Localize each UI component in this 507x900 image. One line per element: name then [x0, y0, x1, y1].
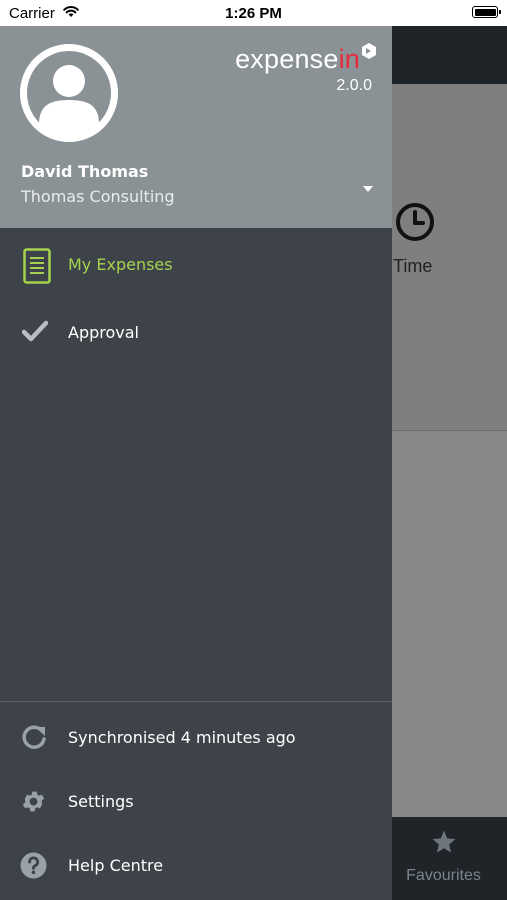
- nav-item-label: Settings: [68, 792, 134, 811]
- nav-item-label: My Expenses: [68, 255, 173, 274]
- background-panel: [392, 431, 507, 817]
- avatar[interactable]: [20, 44, 118, 142]
- nav-item-help-centre[interactable]: Help Centre: [0, 838, 392, 894]
- nav-item-label: Help Centre: [68, 856, 164, 875]
- sync-status-item[interactable]: Synchronised 4 minutes ago: [0, 710, 392, 766]
- brand-logo: expensein 2.0.0: [235, 43, 376, 95]
- user-icon: [20, 44, 118, 142]
- chevron-down-icon[interactable]: [362, 185, 374, 193]
- background-nav-bar: [392, 26, 507, 84]
- brand-name-prefix: expense: [235, 44, 339, 74]
- app-version: 2.0.0: [336, 77, 372, 94]
- tab-favourites[interactable]: Favourites: [392, 817, 507, 900]
- brand-name-suffix: in: [338, 44, 360, 74]
- star-icon: [432, 830, 456, 853]
- brand-name: expensein: [235, 43, 376, 75]
- nav-item-approval[interactable]: Approval: [0, 305, 392, 361]
- refresh-icon: [22, 725, 46, 749]
- background-time-tile[interactable]: Time: [392, 84, 507, 431]
- time-tile-label: Time: [393, 256, 433, 276]
- sync-status-label: Synchronised 4 minutes ago: [68, 728, 296, 747]
- document-icon: [23, 248, 51, 284]
- nav-item-label: Approval: [68, 323, 139, 342]
- checkmark-icon: [22, 320, 48, 342]
- drawer-header: expensein 2.0.0 David Thomas Thomas Cons…: [0, 26, 392, 228]
- gear-icon: [22, 791, 45, 812]
- navigation-drawer: expensein 2.0.0 David Thomas Thomas Cons…: [0, 26, 392, 900]
- company-name: Thomas Consulting: [21, 187, 175, 206]
- divider: [0, 701, 392, 702]
- user-name: David Thomas: [21, 162, 149, 181]
- battery-icon: [472, 6, 501, 18]
- background-tab-bar: Favourites: [392, 817, 507, 900]
- nav-item-my-expenses[interactable]: My Expenses: [0, 236, 392, 292]
- status-bar: Carrier 1:26 PM: [0, 0, 507, 26]
- tab-favourites-label: Favourites: [406, 867, 481, 884]
- help-icon: [20, 852, 47, 879]
- clock: 1:26 PM: [225, 5, 282, 22]
- clock-icon: [396, 203, 434, 241]
- brand-badge-icon: [362, 43, 376, 59]
- nav-item-settings[interactable]: Settings: [0, 774, 392, 830]
